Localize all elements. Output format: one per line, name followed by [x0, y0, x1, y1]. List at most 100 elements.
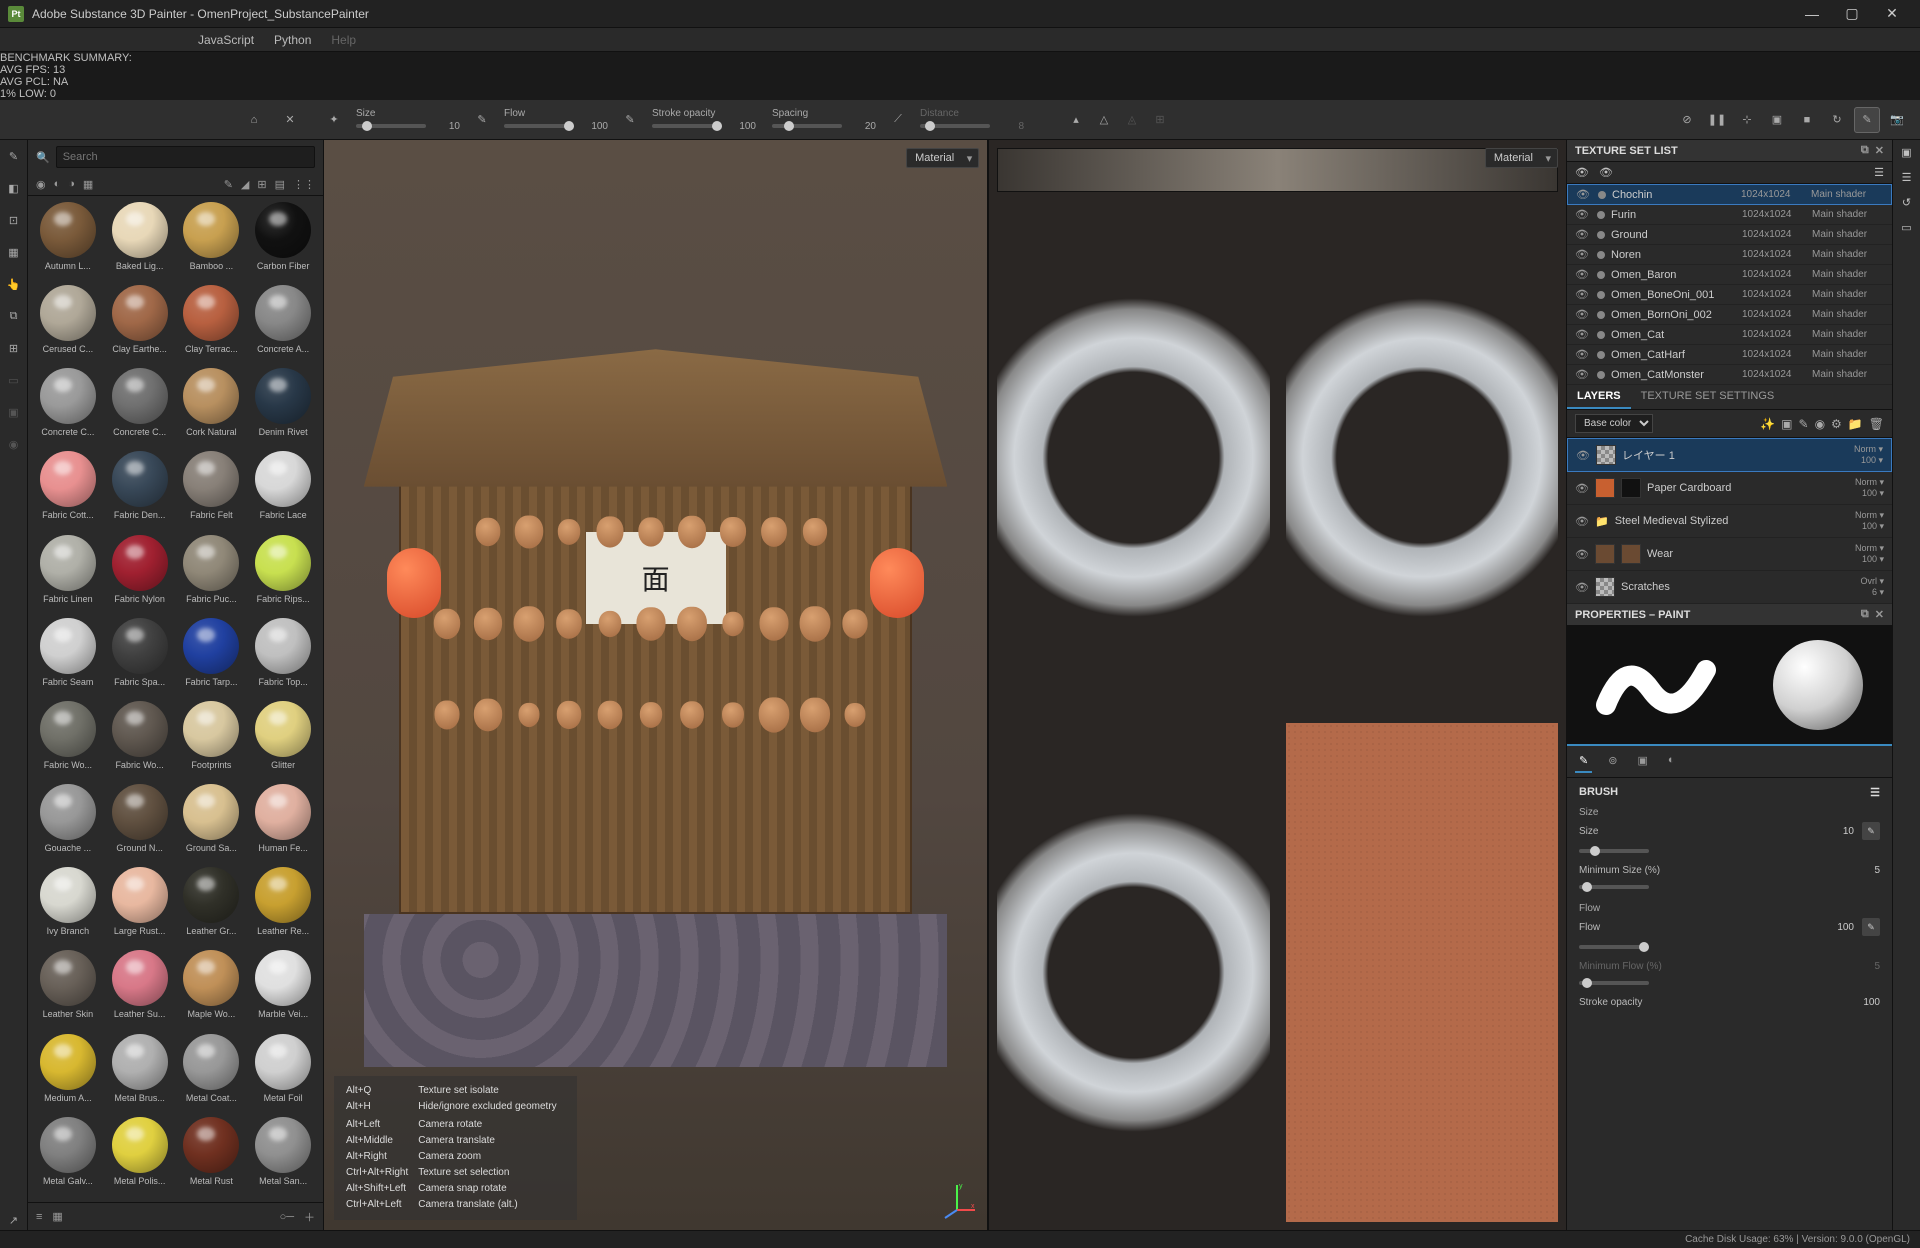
material-thumb[interactable]: Fabric Den...	[106, 451, 174, 530]
eye-icon[interactable]: 👁	[1575, 482, 1589, 495]
layer-row[interactable]: 👁📁Steel Medieval StylizedNorm ▾100 ▾	[1567, 505, 1892, 538]
add-fill-icon[interactable]: ◉	[1815, 417, 1825, 431]
menu-python[interactable]: Python	[264, 28, 321, 52]
camera-icon[interactable]: ■	[1794, 107, 1820, 133]
screenshot-icon[interactable]: 📷	[1884, 107, 1910, 133]
prop-flow-slider[interactable]	[1579, 945, 1649, 949]
add-layer-icon[interactable]: ✎	[1799, 417, 1809, 431]
prop-minflow-slider[interactable]	[1579, 981, 1649, 985]
material-thumb[interactable]: Fabric Top...	[249, 618, 317, 697]
material-thumb[interactable]: Baked Lig...	[106, 202, 174, 281]
material-thumb[interactable]: Clay Earthe...	[106, 285, 174, 364]
texset-solo-icon[interactable]: 👁	[1599, 166, 1613, 179]
material-thumb[interactable]: Fabric Linen	[34, 535, 102, 614]
menu-javascript[interactable]: JavaScript	[188, 28, 264, 52]
filter-alpha-icon[interactable]: ◢	[241, 178, 249, 191]
eye-icon[interactable]: 👁	[1575, 288, 1591, 301]
material-thumb[interactable]: Ivy Branch	[34, 867, 102, 946]
material-thumb[interactable]: Metal Rust	[178, 1117, 246, 1196]
material-thumb[interactable]: Fabric Rips...	[249, 535, 317, 614]
viewport-2d-channel-dropdown[interactable]: Material	[1485, 148, 1558, 168]
viewport-3d-channel-dropdown[interactable]: Material	[906, 148, 979, 168]
symmetry-settings-icon[interactable]: ⊞	[1148, 108, 1172, 132]
layers-icon[interactable]: ☰	[1902, 171, 1912, 184]
material-thumb[interactable]: Metal Coat...	[178, 1034, 246, 1113]
tab-texture-set-settings[interactable]: TEXTURE SET SETTINGS	[1631, 385, 1785, 409]
rotation-icon[interactable]: ↻	[1824, 107, 1850, 133]
projection-tool-icon[interactable]: ⊡	[4, 210, 24, 230]
viewport-mode-icon[interactable]: ⊹	[1734, 107, 1760, 133]
props-undock-icon[interactable]: ⧉	[1861, 608, 1869, 621]
add-folder-icon[interactable]: 📁	[1848, 417, 1863, 431]
baking-icon[interactable]: ▣	[4, 402, 24, 422]
eraser-tool-icon[interactable]: ◧	[4, 178, 24, 198]
layer-row[interactable]: 👁WearNorm ▾100 ▾	[1567, 538, 1892, 571]
prop-tab-alpha-icon[interactable]: ⊚	[1604, 750, 1621, 773]
home-icon[interactable]: ⌂	[242, 108, 266, 132]
close-button[interactable]: ✕	[1872, 0, 1912, 28]
lazy-mouse-icon[interactable]: ⟋	[886, 108, 910, 132]
material-thumb[interactable]: Large Rust...	[106, 867, 174, 946]
material-thumb[interactable]: Fabric Puc...	[178, 535, 246, 614]
tab-layers[interactable]: LAYERS	[1567, 385, 1631, 409]
material-thumb[interactable]: Metal Polis...	[106, 1117, 174, 1196]
symmetry-radial-icon[interactable]: ◬	[1120, 108, 1144, 132]
material-thumb[interactable]: Leather Re...	[249, 867, 317, 946]
send-to-icon[interactable]: ↗	[4, 1210, 24, 1230]
minimize-button[interactable]: —	[1792, 0, 1832, 28]
material-thumb[interactable]: Ground Sa...	[178, 784, 246, 863]
brush-display-icon[interactable]: ✎	[1854, 107, 1880, 133]
resource-icon[interactable]: ▭	[4, 370, 24, 390]
texset-settings-icon[interactable]: ☰	[1874, 166, 1884, 179]
texture-set-row[interactable]: 👁Omen_BornOni_0021024x1024Main shader	[1567, 305, 1892, 325]
menu-help[interactable]: Help	[321, 28, 366, 52]
texture-set-row[interactable]: 👁Chochin1024x1024Main shader	[1567, 184, 1892, 205]
hide-ui-icon[interactable]: ⊘	[1674, 107, 1700, 133]
eye-icon[interactable]: 👁	[1575, 515, 1589, 528]
filter-material-icon[interactable]: ◐	[54, 178, 61, 191]
material-thumb[interactable]: Maple Wo...	[178, 950, 246, 1029]
filter-brush-icon[interactable]: ✎	[224, 178, 233, 191]
log-icon[interactable]: ▭	[1901, 221, 1911, 234]
material-thumb[interactable]: Fabric Felt	[178, 451, 246, 530]
render-icon[interactable]: ◉	[4, 434, 24, 454]
filter-grid-icon[interactable]: ⊞	[257, 178, 266, 191]
texture-set-row[interactable]: 👁Furin1024x1024Main shader	[1567, 205, 1892, 225]
material-thumb[interactable]: Clay Terrac...	[178, 285, 246, 364]
material-thumb[interactable]: Medium A...	[34, 1034, 102, 1113]
texture-set-row[interactable]: 👁Omen_CatMonster1024x1024Main shader	[1567, 365, 1892, 385]
material-thumb[interactable]: Autumn L...	[34, 202, 102, 281]
material-thumb[interactable]: Concrete C...	[106, 368, 174, 447]
cursor-icon[interactable]: ✦	[322, 108, 346, 132]
prop-tab-stencil-icon[interactable]: ▣	[1633, 750, 1651, 773]
eye-icon[interactable]: 👁	[1575, 248, 1591, 261]
brush-menu-icon[interactable]: ☰	[1870, 786, 1880, 799]
symmetry-plane-icon[interactable]: △	[1092, 108, 1116, 132]
material-thumb[interactable]: Gouache ...	[34, 784, 102, 863]
material-thumb[interactable]: Fabric Spa...	[106, 618, 174, 697]
material-thumb[interactable]: Metal Foil	[249, 1034, 317, 1113]
distance-slider[interactable]	[920, 124, 990, 128]
pressure-size-icon[interactable]: ✎	[470, 108, 494, 132]
texset-visible-all-icon[interactable]: 👁	[1575, 166, 1589, 179]
props-close-icon[interactable]: ✕	[1875, 608, 1884, 621]
filter-more-icon[interactable]: ⋮⋮	[293, 178, 315, 191]
material-picker-icon[interactable]: ⊞	[4, 338, 24, 358]
polyfill-tool-icon[interactable]: ▦	[4, 242, 24, 262]
spacing-slider[interactable]	[772, 124, 842, 128]
eye-icon[interactable]: 👁	[1575, 228, 1591, 241]
flow-slider[interactable]	[504, 124, 574, 128]
size-slider[interactable]	[356, 124, 426, 128]
delete-layer-icon[interactable]: 🗑	[1869, 417, 1884, 431]
material-thumb[interactable]: Glitter	[249, 701, 317, 780]
opacity-slider[interactable]	[652, 124, 722, 128]
eye-icon[interactable]: 👁	[1575, 581, 1589, 594]
add-smart-icon[interactable]: ⚙	[1831, 417, 1842, 431]
layer-row[interactable]: 👁レイヤー 1Norm ▾100 ▾	[1567, 438, 1892, 472]
material-thumb[interactable]: Concrete A...	[249, 285, 317, 364]
filter-smart-icon[interactable]: ◑	[68, 178, 75, 191]
texture-set-icon[interactable]: ▣	[1901, 146, 1911, 159]
material-thumb[interactable]: Fabric Nylon	[106, 535, 174, 614]
prop-minsize-slider[interactable]	[1579, 885, 1649, 889]
search-input[interactable]	[56, 146, 315, 168]
